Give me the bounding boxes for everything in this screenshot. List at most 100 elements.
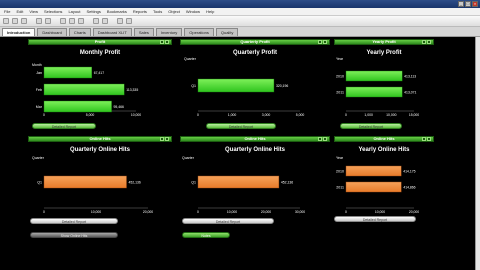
menu-file[interactable]: File (4, 9, 10, 14)
search-icon[interactable] (126, 18, 132, 24)
tick-label: 5,000 (86, 113, 95, 117)
bar-chart: Q1 452,136 0 10,000 20,000 (37, 175, 153, 214)
menu-layout[interactable]: Layout (68, 9, 80, 14)
redo-icon[interactable] (45, 18, 51, 24)
tab-introduction[interactable]: Introduction (2, 28, 36, 36)
back-icon[interactable] (69, 18, 75, 24)
forward-icon[interactable] (78, 18, 84, 24)
menu-window[interactable]: Window (186, 9, 200, 14)
menu-bar: File Edit View Selections Layout Setting… (0, 8, 480, 16)
toolbar (0, 16, 480, 27)
tick-label: 10,000 (131, 113, 141, 117)
data-label: 67,417 (94, 71, 104, 75)
detailed-report-button[interactable]: Detailed Report (30, 218, 118, 224)
yearly-online-hits-panel: Online Hits Yearly Online Hits Year 2010… (334, 136, 434, 246)
menu-tools[interactable]: Tools (153, 9, 162, 14)
tab-quality[interactable]: Quality (215, 28, 239, 36)
clear-icon[interactable] (60, 18, 66, 24)
tab-charts[interactable]: Charts (68, 28, 91, 36)
data-label: 95,466 (114, 105, 124, 109)
data-label: 452,136 (281, 180, 293, 184)
bar[interactable] (345, 70, 403, 82)
quarterly-online-hits-panel: Online Hits Quarterly Online Hits Quarte… (28, 136, 172, 246)
bar-chart: Jan 67,417 Feb 113,335 Mar 95,466 0 5,000 10,000 (36, 66, 141, 117)
category-label: 2011 (336, 90, 344, 94)
menu-settings[interactable]: Settings (86, 9, 100, 14)
bar[interactable] (197, 175, 280, 189)
category-label: Q1 (37, 180, 42, 184)
quarterly-profit-panel: Quarterly Profit Quarterly Profit Quarte… (180, 39, 330, 131)
data-label: 414,175 (403, 169, 415, 173)
reload-icon[interactable] (117, 18, 123, 24)
menu-view[interactable]: View (29, 9, 38, 14)
data-label: 413,113 (404, 74, 416, 78)
menu-object[interactable]: Object (168, 9, 180, 14)
unlock-icon[interactable] (102, 18, 108, 24)
bar[interactable] (197, 78, 275, 93)
tab-inventory[interactable]: Inventory (155, 28, 183, 36)
menu-bookmarks[interactable]: Bookmarks (107, 9, 127, 14)
tick-label: 0 (197, 210, 199, 214)
open-icon[interactable] (3, 18, 9, 24)
menu-edit[interactable]: Edit (16, 9, 23, 14)
tick-label: 20,000 (261, 210, 271, 214)
data-label: 413,071 (404, 90, 416, 94)
lock-icon[interactable] (93, 18, 99, 24)
sheet-tabs: Introduction Dashboard Charts Dashboard … (0, 27, 480, 37)
bar-chart: Q1 320,196 0 1,000 3,000 5,000 (191, 78, 305, 117)
tick-label: 0 (197, 113, 199, 117)
data-label: 320,196 (276, 84, 288, 88)
bar[interactable] (345, 181, 402, 193)
detailed-report-button[interactable]: Detailed Report (340, 123, 402, 129)
tick-label: 0 (43, 113, 45, 117)
bar-chart: 2010 413,113 2011 413,071 0 1,000 10,000 15,000 (336, 70, 419, 117)
window-controls: _ □ × (458, 1, 478, 7)
category-label: 2010 (336, 169, 344, 173)
bar[interactable] (43, 100, 112, 113)
maximize-icon[interactable]: □ (465, 1, 471, 7)
tick-label: 5,000 (296, 113, 305, 117)
quarterly-online-hits-panel-2: Online Hits Quarterly Online Hits Quarte… (180, 136, 330, 246)
bar[interactable] (345, 165, 402, 177)
window-titlebar: _ □ × (0, 0, 480, 8)
tab-sales[interactable]: Sales (133, 28, 154, 36)
print-icon[interactable] (21, 18, 27, 24)
bar[interactable] (43, 66, 92, 79)
category-label: Q1 (191, 84, 196, 88)
monthly-profit-panel: Profit Monthly Profit Month Jan 67,417 Feb… (28, 39, 172, 131)
undo-icon[interactable] (36, 18, 42, 24)
bar[interactable] (43, 83, 125, 96)
detailed-report-button[interactable]: Detailed Report (182, 218, 274, 224)
show-online-hits-button[interactable]: Show Online Hits (30, 232, 118, 238)
category-label: Jan (36, 71, 42, 75)
tick-label: 10,000 (91, 210, 101, 214)
close-icon[interactable]: × (472, 1, 478, 7)
save-icon[interactable] (12, 18, 18, 24)
tick-label: 15,000 (409, 113, 419, 117)
detailed-report-button[interactable]: Detailed Report (206, 123, 276, 129)
bar[interactable] (43, 175, 127, 189)
tick-label: 30,000 (295, 210, 305, 214)
tick-label: 10,000 (386, 113, 396, 117)
bar[interactable] (345, 86, 403, 98)
tick-label: 20,000 (143, 210, 153, 214)
yearly-profit-panel: Yearly Profit Yearly Profit Year 2010 413… (334, 39, 434, 131)
tick-label: 3,000 (262, 113, 271, 117)
tick-label: 1,000 (364, 113, 373, 117)
category-label: 2011 (336, 185, 344, 189)
tick-label: 0 (345, 113, 347, 117)
tab-dashboard[interactable]: Dashboard (37, 28, 67, 36)
bar-chart: 2010 414,175 2011 414,866 0 10,000 20,000 (336, 165, 419, 214)
category-label: 2010 (336, 74, 344, 78)
tab-operations[interactable]: Operations (184, 28, 214, 36)
tick-label: 0 (43, 210, 45, 214)
menu-reports[interactable]: Reports (133, 9, 147, 14)
minimize-icon[interactable]: _ (458, 1, 464, 7)
detailed-report-button[interactable]: Detailed Report (334, 216, 416, 222)
vertical-scrollbar[interactable] (475, 37, 480, 270)
menu-help[interactable]: Help (206, 9, 214, 14)
tab-dashboard-xlit[interactable]: Dashboard XLIT (92, 28, 132, 36)
detailed-report-button[interactable]: Detailed Report (32, 123, 96, 129)
notes-button[interactable]: Notes (182, 232, 230, 238)
menu-selections[interactable]: Selections (44, 9, 62, 14)
